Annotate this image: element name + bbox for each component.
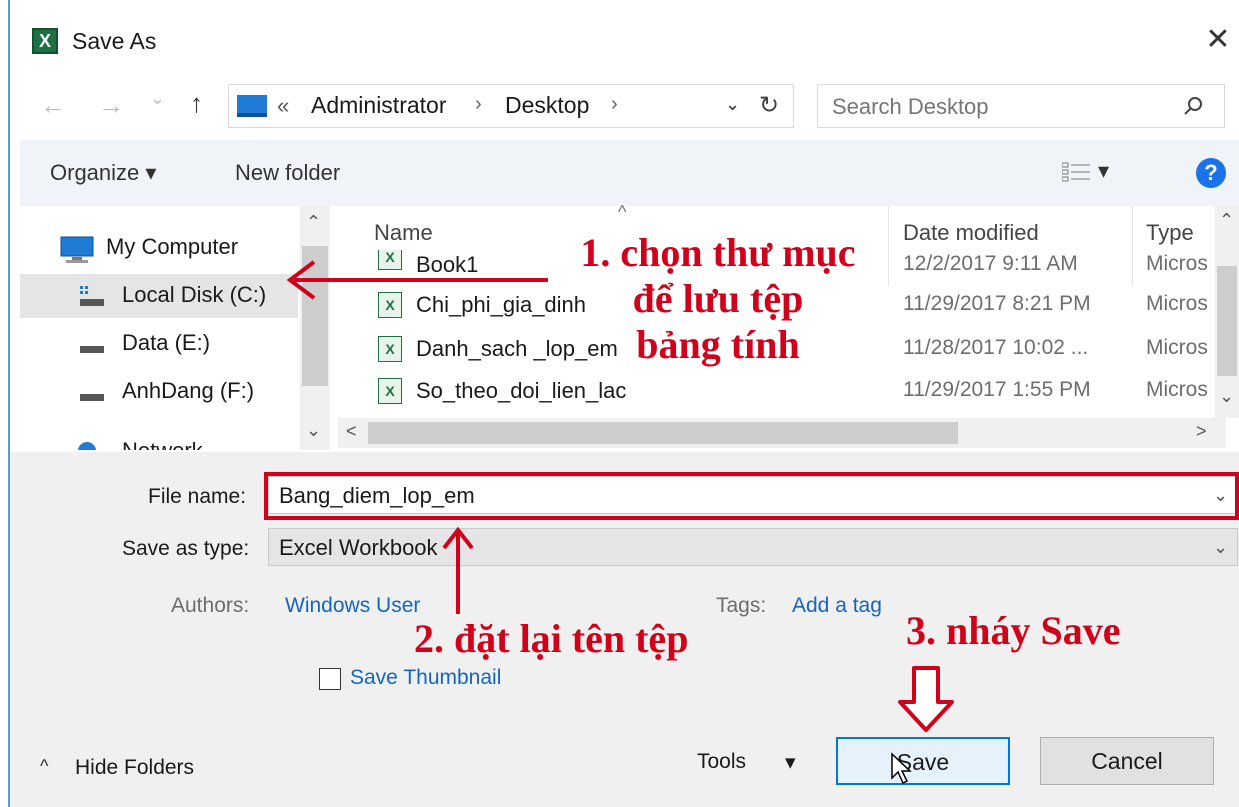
- tools-dropdown-icon[interactable]: ▾: [785, 750, 796, 775]
- back-button[interactable]: ←: [40, 90, 66, 121]
- file-list-vertical-scrollbar[interactable]: ⌃ ⌄: [1215, 206, 1239, 418]
- save-as-type-value: Excel Workbook: [279, 535, 438, 560]
- sidebar-item-label: My Computer: [106, 234, 239, 259]
- save-as-type-select[interactable]: Excel Workbook ⌄: [268, 528, 1238, 566]
- up-button[interactable]: ↑: [190, 88, 203, 119]
- add-tag-link[interactable]: Add a tag: [792, 594, 882, 618]
- file-type: Micros: [1146, 252, 1208, 275]
- chevron-right-icon[interactable]: ›: [475, 93, 482, 116]
- toolbar: Organize ▾ New folder ▾ ?: [20, 140, 1239, 206]
- sidebar-item-local-disk-c[interactable]: Local Disk (C:): [20, 274, 298, 318]
- breadcrumb-administrator[interactable]: Administrator: [311, 92, 446, 119]
- scroll-up-icon[interactable]: ⌃: [1219, 210, 1234, 231]
- file-type: Micros: [1146, 378, 1208, 401]
- navigation-pane: My Computer Local Disk (C:) Data (E:) An…: [20, 206, 330, 452]
- save-button[interactable]: Save: [836, 737, 1010, 785]
- computer-icon: [60, 236, 94, 263]
- file-name-label: File name:: [148, 485, 247, 508]
- tools-button[interactable]: Tools: [697, 750, 746, 774]
- save-as-type-label: Save as type:: [122, 537, 250, 560]
- computer-icon: [237, 95, 267, 117]
- sidebar-item-label: Local Disk (C:): [122, 282, 267, 307]
- drive-icon: [80, 346, 104, 353]
- scroll-down-icon[interactable]: ⌄: [1219, 386, 1234, 407]
- tags-label: Tags:: [716, 594, 767, 617]
- view-options-icon[interactable]: [1062, 162, 1090, 182]
- file-date: 11/28/2017 10:02 ...: [903, 336, 1089, 359]
- authors-value[interactable]: Windows User: [285, 594, 420, 618]
- organize-button[interactable]: Organize ▾: [50, 160, 156, 186]
- scroll-up-icon[interactable]: ⌃: [306, 212, 321, 233]
- annotation-step2: 2. đặt lại tên tệp: [414, 616, 689, 661]
- hide-folders-button[interactable]: Hide Folders: [75, 756, 194, 780]
- arrow-left-annotation: [286, 260, 548, 300]
- search-icon[interactable]: [1182, 95, 1204, 117]
- arrow-down-annotation: [898, 666, 954, 732]
- save-thumbnail-checkbox[interactable]: [319, 668, 341, 690]
- address-bar[interactable]: « Administrator › Desktop › ⌄ ↻: [228, 84, 794, 128]
- new-folder-button[interactable]: New folder: [235, 160, 340, 186]
- column-header-date[interactable]: Date modified: [903, 220, 1039, 246]
- drive-icon: [80, 394, 104, 401]
- address-dropdown-button[interactable]: ⌄: [725, 94, 740, 115]
- window-title: Save As: [72, 28, 157, 54]
- annotation-step3: 3. nháy Save: [906, 608, 1121, 653]
- breadcrumb-desktop[interactable]: Desktop: [505, 92, 589, 119]
- recent-locations-button[interactable]: ⌄: [150, 88, 165, 109]
- sort-ascending-icon: ^: [618, 202, 627, 222]
- sidebar-item-data-e[interactable]: Data (E:): [20, 322, 298, 366]
- refresh-button[interactable]: ↻: [759, 91, 779, 120]
- excel-file-icon: X: [378, 336, 402, 362]
- mouse-cursor-icon: [891, 752, 912, 785]
- excel-app-icon: X: [32, 28, 58, 54]
- chevron-right-icon[interactable]: ›: [611, 93, 618, 116]
- file-name-highlight-box: [264, 472, 1239, 520]
- chevron-up-icon[interactable]: ^: [40, 756, 48, 777]
- file-type: Micros: [1146, 292, 1208, 315]
- search-box[interactable]: [817, 84, 1225, 128]
- help-icon[interactable]: ?: [1196, 158, 1226, 188]
- network-icon: [78, 442, 96, 450]
- chevron-down-icon[interactable]: ⌄: [1213, 537, 1228, 558]
- sidebar-item-my-computer[interactable]: My Computer: [20, 226, 298, 270]
- sidebar-item-anhdang-f[interactable]: AnhDang (F:): [20, 370, 298, 414]
- drive-icon: [80, 286, 104, 306]
- sidebar-item-label: Network: [122, 438, 203, 450]
- forward-button[interactable]: →: [98, 90, 124, 121]
- file-date: 11/29/2017 8:21 PM: [903, 292, 1091, 315]
- annotation-step1-line: bảng tính: [636, 322, 800, 367]
- sidebar-item-label: Data (E:): [122, 330, 211, 355]
- scroll-down-icon[interactable]: ⌄: [306, 420, 321, 441]
- cancel-button[interactable]: Cancel: [1040, 737, 1214, 785]
- arrow-up-annotation: [442, 526, 474, 614]
- file-type: Micros: [1146, 336, 1208, 359]
- annotation-step1-line: để lưu tệp: [632, 276, 804, 321]
- file-date: 12/2/2017 9:11 AM: [903, 252, 1078, 275]
- save-thumbnail-label[interactable]: Save Thumbnail: [350, 666, 501, 690]
- file-date: 11/29/2017 1:55 PM: [903, 378, 1091, 401]
- column-header-type[interactable]: Type: [1146, 220, 1194, 246]
- annotation-step1: 1. chọn thư mục để lưu tệp bảng tính: [548, 230, 888, 368]
- view-dropdown-button[interactable]: ▾: [1098, 158, 1109, 184]
- file-row[interactable]: X So_theo_doi_lien_lac 11/29/2017 1:55 P…: [338, 372, 1218, 414]
- file-list-horizontal-scrollbar[interactable]: < >: [338, 418, 1226, 448]
- address-overflow[interactable]: «: [277, 93, 289, 119]
- excel-file-icon: X: [378, 378, 402, 404]
- scrollbar-thumb[interactable]: [1217, 266, 1237, 376]
- sidebar-item-label: AnhDang (F:): [122, 378, 255, 403]
- sidebar-scrollbar[interactable]: ⌃ ⌄: [300, 206, 330, 450]
- file-name: So_theo_doi_lien_lac: [416, 378, 627, 403]
- authors-label: Authors:: [171, 594, 250, 617]
- annotation-step1-line: 1. chọn thư mục: [580, 230, 856, 275]
- scrollbar-thumb[interactable]: [368, 422, 958, 444]
- column-header-name[interactable]: Name: [374, 220, 433, 246]
- search-input[interactable]: [832, 94, 1162, 120]
- scroll-right-icon[interactable]: >: [1196, 421, 1207, 442]
- scroll-left-icon[interactable]: <: [346, 421, 357, 442]
- sidebar-item-network[interactable]: Network: [20, 418, 298, 450]
- close-button[interactable]: ✕: [1200, 22, 1236, 58]
